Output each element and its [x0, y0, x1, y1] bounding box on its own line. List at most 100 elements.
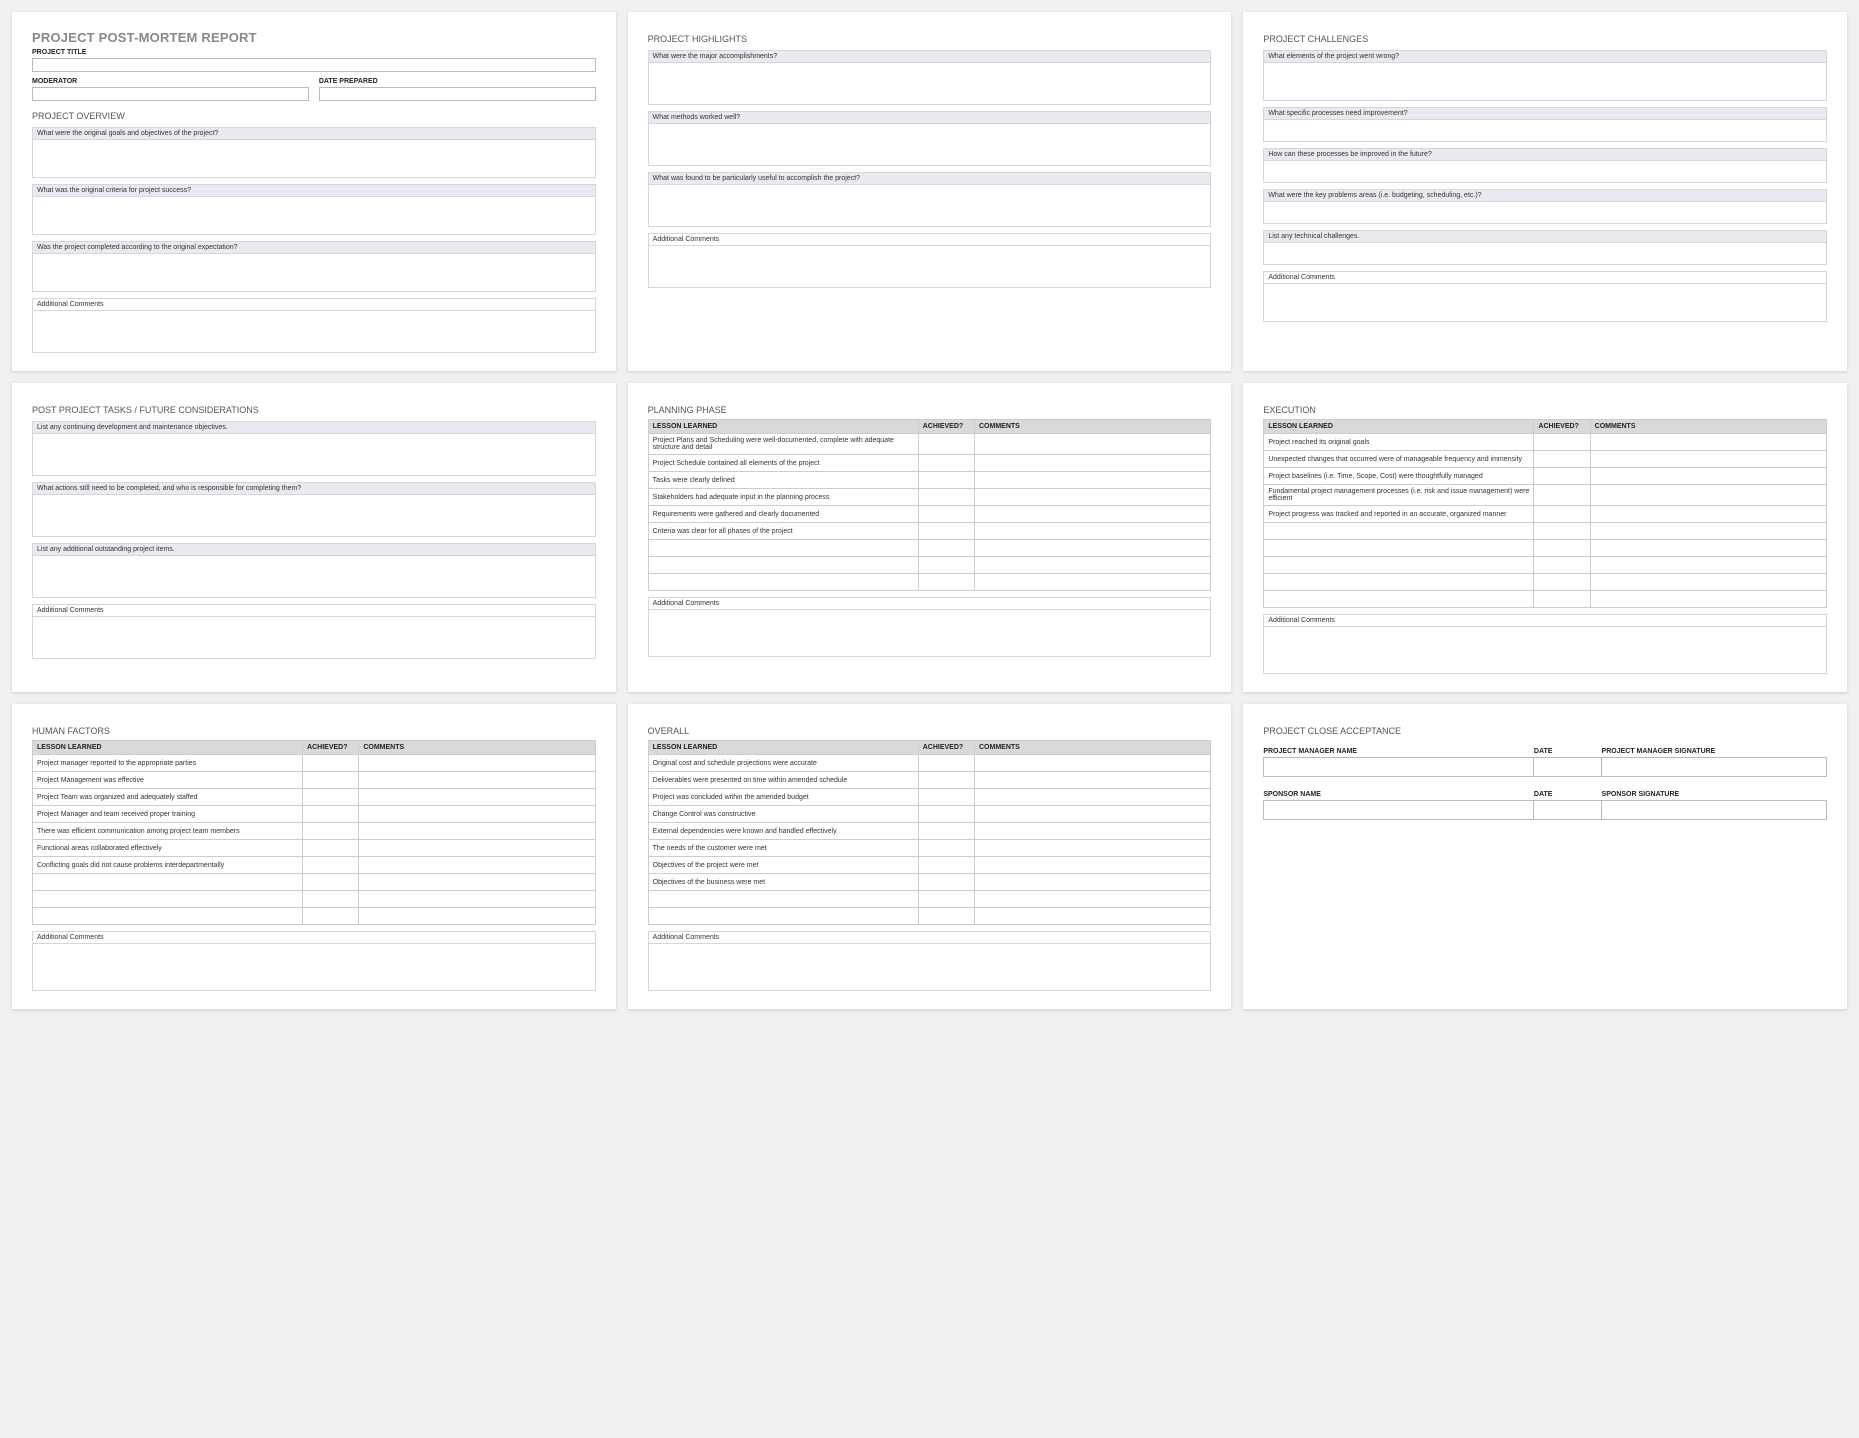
cell-achieved[interactable] — [918, 472, 974, 489]
cell-achieved[interactable] — [1534, 485, 1590, 506]
cell-achieved[interactable] — [1534, 557, 1590, 574]
cell-achieved[interactable] — [918, 455, 974, 472]
cell-comments[interactable] — [975, 891, 1211, 908]
cell-comments[interactable] — [975, 806, 1211, 823]
cell-comments[interactable] — [975, 455, 1211, 472]
a-improve[interactable] — [1263, 120, 1827, 142]
cell-achieved[interactable] — [303, 823, 359, 840]
cell-achieved[interactable] — [918, 772, 974, 789]
cell-comments[interactable] — [975, 523, 1211, 540]
a-actions[interactable] — [32, 495, 596, 537]
cell-comments[interactable] — [975, 574, 1211, 591]
cell-comments[interactable] — [975, 908, 1211, 925]
a-methods[interactable] — [648, 124, 1212, 166]
cell-comments[interactable] — [1590, 557, 1826, 574]
input-project-title[interactable] — [32, 58, 596, 72]
cell-comments[interactable] — [359, 891, 595, 908]
cell-comments[interactable] — [1590, 574, 1826, 591]
a-criteria[interactable] — [32, 197, 596, 235]
a-addl-human[interactable] — [32, 943, 596, 991]
input-sponsor-sig[interactable] — [1602, 800, 1827, 820]
input-date-1[interactable] — [1534, 757, 1602, 777]
a-useful[interactable] — [648, 185, 1212, 227]
a-addl-2[interactable] — [648, 246, 1212, 288]
cell-achieved[interactable] — [918, 789, 974, 806]
cell-achieved[interactable] — [918, 857, 974, 874]
input-date-2[interactable] — [1534, 800, 1602, 820]
cell-achieved[interactable] — [918, 891, 974, 908]
a-addl-overall[interactable] — [648, 943, 1212, 991]
cell-comments[interactable] — [359, 806, 595, 823]
cell-achieved[interactable] — [1534, 468, 1590, 485]
cell-comments[interactable] — [975, 557, 1211, 574]
cell-comments[interactable] — [359, 857, 595, 874]
input-sponsor-name[interactable] — [1263, 800, 1534, 820]
a-accomplishments[interactable] — [648, 63, 1212, 105]
cell-comments[interactable] — [1590, 468, 1826, 485]
cell-achieved[interactable] — [303, 857, 359, 874]
cell-comments[interactable] — [975, 506, 1211, 523]
cell-comments[interactable] — [975, 434, 1211, 455]
cell-achieved[interactable] — [918, 523, 974, 540]
cell-achieved[interactable] — [303, 772, 359, 789]
cell-achieved[interactable] — [303, 806, 359, 823]
cell-comments[interactable] — [359, 908, 595, 925]
input-date-prepared[interactable] — [319, 87, 596, 101]
cell-comments[interactable] — [975, 540, 1211, 557]
cell-achieved[interactable] — [1534, 540, 1590, 557]
cell-comments[interactable] — [975, 823, 1211, 840]
cell-comments[interactable] — [359, 840, 595, 857]
cell-achieved[interactable] — [918, 874, 974, 891]
cell-comments[interactable] — [975, 789, 1211, 806]
a-outstanding[interactable] — [32, 556, 596, 598]
cell-comments[interactable] — [1590, 506, 1826, 523]
cell-achieved[interactable] — [918, 806, 974, 823]
a-wrong[interactable] — [1263, 63, 1827, 101]
cell-achieved[interactable] — [918, 574, 974, 591]
a-completed[interactable] — [32, 254, 596, 292]
cell-comments[interactable] — [1590, 451, 1826, 468]
input-moderator[interactable] — [32, 87, 309, 101]
cell-comments[interactable] — [1590, 434, 1826, 451]
a-addl-execution[interactable] — [1263, 626, 1827, 674]
cell-achieved[interactable] — [1534, 574, 1590, 591]
cell-achieved[interactable] — [918, 823, 974, 840]
a-goals[interactable] — [32, 140, 596, 178]
a-technical[interactable] — [1263, 243, 1827, 265]
a-future[interactable] — [1263, 161, 1827, 183]
cell-achieved[interactable] — [918, 540, 974, 557]
cell-achieved[interactable] — [918, 506, 974, 523]
cell-achieved[interactable] — [1534, 434, 1590, 451]
cell-achieved[interactable] — [918, 557, 974, 574]
cell-achieved[interactable] — [303, 874, 359, 891]
input-pm-sig[interactable] — [1602, 757, 1827, 777]
cell-comments[interactable] — [975, 772, 1211, 789]
input-pm-name[interactable] — [1263, 757, 1534, 777]
cell-comments[interactable] — [975, 840, 1211, 857]
cell-comments[interactable] — [1590, 540, 1826, 557]
cell-comments[interactable] — [975, 857, 1211, 874]
cell-achieved[interactable] — [303, 840, 359, 857]
cell-achieved[interactable] — [1534, 451, 1590, 468]
cell-achieved[interactable] — [918, 434, 974, 455]
cell-comments[interactable] — [359, 755, 595, 772]
cell-comments[interactable] — [359, 874, 595, 891]
cell-comments[interactable] — [975, 489, 1211, 506]
cell-achieved[interactable] — [918, 755, 974, 772]
cell-achieved[interactable] — [1534, 591, 1590, 608]
cell-achieved[interactable] — [303, 908, 359, 925]
cell-achieved[interactable] — [918, 489, 974, 506]
cell-achieved[interactable] — [303, 789, 359, 806]
cell-achieved[interactable] — [1534, 506, 1590, 523]
cell-achieved[interactable] — [918, 840, 974, 857]
cell-comments[interactable] — [975, 472, 1211, 489]
a-addl-3[interactable] — [1263, 284, 1827, 322]
a-addl-1[interactable] — [32, 311, 596, 353]
cell-achieved[interactable] — [303, 891, 359, 908]
cell-achieved[interactable] — [303, 755, 359, 772]
cell-comments[interactable] — [975, 755, 1211, 772]
cell-achieved[interactable] — [918, 908, 974, 925]
a-addl-planning[interactable] — [648, 609, 1212, 657]
a-continuing[interactable] — [32, 434, 596, 476]
cell-comments[interactable] — [1590, 591, 1826, 608]
